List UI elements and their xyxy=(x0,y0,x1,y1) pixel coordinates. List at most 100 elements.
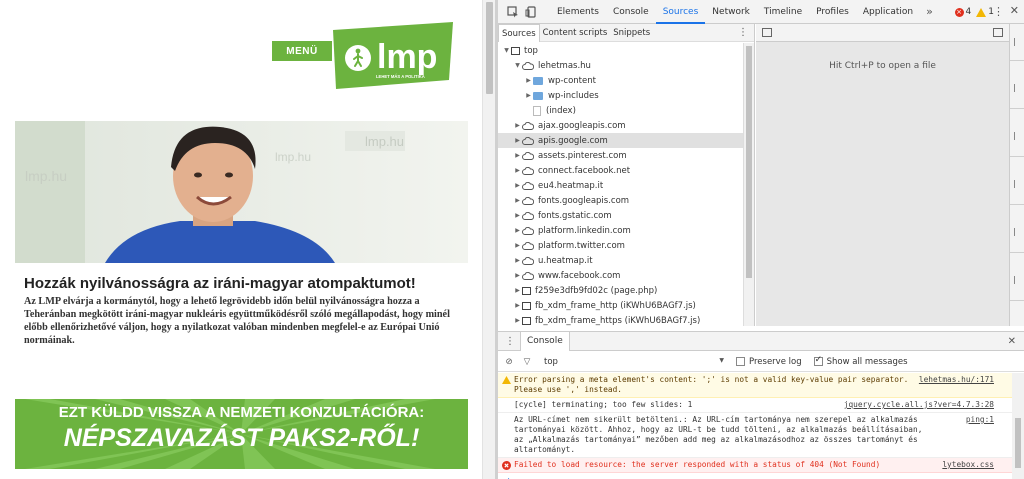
console-scrollbar[interactable] xyxy=(1012,373,1024,479)
menu-button[interactable]: MENÜ xyxy=(272,41,332,61)
collapsed-arrow-icon[interactable]: ▶ xyxy=(524,92,533,99)
consultation-banner[interactable]: EZT KÜLDD VISSZA A NEMZETI KONZULTÁCIÓRA… xyxy=(15,399,468,469)
tree-item[interactable]: ▶ u.heatmap.it xyxy=(498,253,743,268)
collapsed-arrow-icon[interactable]: ▶ xyxy=(513,317,522,324)
navigator-tab-content-scripts[interactable]: Content scripts xyxy=(540,24,611,42)
collapsed-arrow-icon[interactable]: ▶ xyxy=(513,122,522,129)
collapsed-arrow-icon[interactable]: ▶ xyxy=(513,182,522,189)
tree-item[interactable]: ▶ f259e3dfb9fd02c (page.php) xyxy=(498,283,743,298)
hero-image[interactable]: lmp.hu lmp.hu lmp.hu xyxy=(15,121,468,263)
context-selector[interactable]: top ▼ xyxy=(544,357,724,367)
collapsed-arrow-icon[interactable]: ▶ xyxy=(513,137,522,144)
close-drawer-icon[interactable]: ✕ xyxy=(1008,336,1016,347)
console-scrollbar-thumb[interactable] xyxy=(1015,418,1021,468)
expanded-arrow-icon[interactable]: ▼ xyxy=(513,62,522,69)
preserve-log-label: Preserve log xyxy=(749,356,802,367)
cloud-icon xyxy=(522,256,535,265)
collapsed-arrow-icon[interactable]: ▶ xyxy=(513,287,522,294)
tree-item[interactable]: ▶ www.facebook.com xyxy=(498,268,743,283)
tab-console[interactable]: Console xyxy=(606,0,656,24)
devtools-menu-icon[interactable]: ⋮ xyxy=(993,5,1004,18)
tree-item[interactable]: ▶ connect.facebook.net xyxy=(498,163,743,178)
tree-item-label: f259e3dfb9fd02c (page.php) xyxy=(535,285,658,296)
close-devtools-icon[interactable]: ✕ xyxy=(1010,4,1019,17)
tab-network[interactable]: Network xyxy=(705,0,757,24)
tree-item[interactable]: ▶ fb_xdm_frame_http (iKWhU6BAGf7.js) xyxy=(498,298,743,313)
tab-elements[interactable]: Elements xyxy=(550,0,606,24)
tree-item[interactable]: ▼ top xyxy=(498,43,743,58)
navigator-menu-icon[interactable]: ⋮ xyxy=(738,27,748,38)
console-message[interactable]: [cycle] terminating; too few slides: 1 jq… xyxy=(498,398,1012,413)
tab-timeline[interactable]: Timeline xyxy=(757,0,809,24)
tree-item[interactable]: ▶ wp-includes xyxy=(498,88,743,103)
file-tree-scrollbar-thumb[interactable] xyxy=(746,46,752,278)
tree-item[interactable]: ▶ fonts.gstatic.com xyxy=(498,208,743,223)
console-message[interactable]: Error parsing a meta element's content: … xyxy=(498,373,1012,398)
collapsed-arrow-icon[interactable]: ▶ xyxy=(513,167,522,174)
tree-item[interactable]: ▶ apis.google.com xyxy=(498,133,743,148)
console-message-source-link[interactable]: ping:1 xyxy=(966,415,994,425)
console-message[interactable]: Az URL-címet nem sikerült betölteni.: Az… xyxy=(498,413,1012,458)
tree-item[interactable]: ▶ eu4.heatmap.it xyxy=(498,178,743,193)
more-tabs-button[interactable]: » xyxy=(920,5,939,18)
console-messages: Error parsing a meta element's content: … xyxy=(498,373,1012,479)
collapsed-arrow-icon[interactable]: ▶ xyxy=(513,197,522,204)
toggle-debugger-icon[interactable] xyxy=(993,28,1003,37)
drawer-menu-icon[interactable]: ⋮ xyxy=(504,336,516,347)
tree-item[interactable]: (index) xyxy=(498,103,743,118)
navigator-tab-sources[interactable]: Sources xyxy=(498,23,540,42)
frame-icon xyxy=(522,316,531,325)
collapsed-arrow-icon[interactable]: ▶ xyxy=(513,212,522,219)
tab-application[interactable]: Application xyxy=(856,0,920,24)
tree-item-label: u.heatmap.it xyxy=(538,255,593,266)
editor-toolbar xyxy=(756,24,1009,42)
collapsed-arrow-icon[interactable]: ▶ xyxy=(513,152,522,159)
collapsed-arrow-icon[interactable]: ▶ xyxy=(513,272,522,279)
website-scrollbar-thumb[interactable] xyxy=(486,2,493,94)
debugger-sidebar[interactable] xyxy=(1009,24,1024,326)
tree-item[interactable]: ▶ ajax.googleapis.com xyxy=(498,118,743,133)
collapsed-arrow-icon[interactable]: ▶ xyxy=(513,257,522,264)
tree-item[interactable]: ▼ lehetmas.hu xyxy=(498,58,743,73)
inspect-element-icon[interactable] xyxy=(504,3,522,21)
source-editor[interactable]: Hit Ctrl+P to open a file xyxy=(756,24,1009,326)
tree-item[interactable]: ▶ fonts.googleapis.com xyxy=(498,193,743,208)
website-scrollbar[interactable] xyxy=(482,0,495,479)
tab-sources[interactable]: Sources xyxy=(655,0,706,24)
tree-item[interactable]: ▶ wp-content xyxy=(498,73,743,88)
collapsed-arrow-icon[interactable]: ▶ xyxy=(513,227,522,234)
svg-text:lmp.hu: lmp.hu xyxy=(275,150,311,164)
tree-item-label: fb_xdm_frame_https (iKWhU6BAGf7.js) xyxy=(535,315,701,326)
cloud-icon xyxy=(522,211,535,220)
console-message-source-link[interactable]: lytebox.css xyxy=(942,460,994,470)
navigator-tab-snippets[interactable]: Snippets xyxy=(610,24,653,42)
toggle-navigator-icon[interactable] xyxy=(762,28,772,37)
frame-icon xyxy=(522,301,531,310)
lmp-logo[interactable]: lmp LEHET MÁS A POLITIKA xyxy=(333,22,453,89)
console-message-source-link[interactable]: lehetmas.hu/:171 xyxy=(919,375,994,385)
expanded-arrow-icon[interactable]: ▼ xyxy=(502,47,511,54)
clear-console-icon[interactable]: ⊘ xyxy=(502,357,516,367)
preserve-log-checkbox[interactable] xyxy=(736,357,745,366)
svg-text:lmp.hu: lmp.hu xyxy=(25,168,67,184)
issue-counters[interactable]: × 4 1 xyxy=(954,0,994,24)
collapsed-arrow-icon[interactable]: ▶ xyxy=(513,242,522,249)
tree-item[interactable]: ▶ platform.linkedin.com xyxy=(498,223,743,238)
tree-item[interactable]: ▶ assets.pinterest.com xyxy=(498,148,743,163)
console-message[interactable]: Failed to load resource: the server resp… xyxy=(498,458,1012,473)
tab-profiles[interactable]: Profiles xyxy=(809,0,856,24)
device-mode-icon[interactable] xyxy=(522,3,540,21)
collapsed-arrow-icon[interactable]: ▶ xyxy=(513,302,522,309)
file-tree-scrollbar[interactable] xyxy=(743,43,754,326)
collapsed-arrow-icon[interactable]: ▶ xyxy=(524,77,533,84)
show-all-messages-checkbox[interactable] xyxy=(813,355,823,366)
file-icon xyxy=(533,105,541,116)
filter-icon[interactable]: ▽ xyxy=(520,357,534,367)
console-message-source-link[interactable]: jquery.cycle.all.js?ver=4.7.3:28 xyxy=(844,400,994,410)
console-prompt[interactable]: › xyxy=(498,473,1012,479)
tree-item[interactable]: ▶ fb_xdm_frame_https (iKWhU6BAGf7.js) xyxy=(498,313,743,326)
article-headline[interactable]: Hozzák nyilvánosságra az iráni-magyar at… xyxy=(24,275,416,292)
folder-icon xyxy=(533,91,543,100)
drawer-tab-console[interactable]: Console xyxy=(520,331,570,351)
tree-item[interactable]: ▶ platform.twitter.com xyxy=(498,238,743,253)
